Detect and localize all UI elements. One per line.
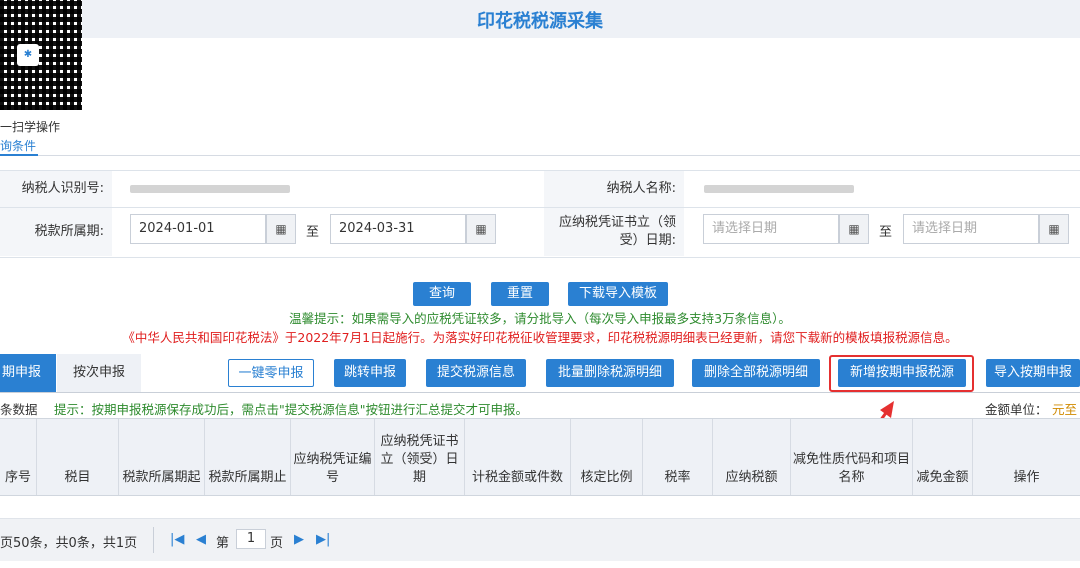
- download-template-button[interactable]: 下载导入模板: [568, 282, 668, 306]
- col-relief-code: 减免性质代码和项目名称: [791, 419, 913, 495]
- col-period-start: 税款所属期起: [119, 419, 205, 495]
- calendar-icon[interactable]: ▦: [466, 214, 496, 244]
- col-actions: 操作: [1013, 470, 1040, 485]
- taxpayer-name-label: 纳税人名称:: [544, 171, 684, 207]
- prev-page-icon[interactable]: ◀: [196, 532, 206, 547]
- col-seq: 序号: [0, 419, 37, 495]
- import-period-button[interactable]: 导入按期申报: [986, 359, 1080, 387]
- table-header: 序号 税目 税款所属期起 税款所属期止 应纳税凭证编号 应纳税凭证书立（领受）日…: [0, 418, 1080, 496]
- tab-divider: [0, 392, 1080, 393]
- first-page-icon[interactable]: |◀: [170, 532, 184, 547]
- pager-divider: [153, 527, 154, 553]
- form-row-taxpayer: 纳税人识别号: 纳税人名称:: [0, 171, 1080, 208]
- tab-underline: [0, 154, 38, 156]
- next-page-icon[interactable]: ▶: [294, 532, 304, 547]
- period-label: 税款所属期:: [0, 208, 112, 256]
- page-summary: 页50条，共0条，共1页: [0, 536, 138, 551]
- scan-learn-label: 一扫学操作: [0, 120, 61, 134]
- tip-stamp-tax-law: 《中华人民共和国印花税法》于2022年7月1日起施行。为落实好印花税征收管理要求…: [122, 330, 958, 345]
- calendar-icon[interactable]: ▦: [839, 214, 869, 244]
- divider: [0, 155, 1080, 156]
- calendar-icon[interactable]: ▦: [1039, 214, 1069, 244]
- taxpayer-id-label: 纳税人识别号:: [0, 171, 112, 207]
- range-to-label: 至: [879, 225, 893, 240]
- col-tax-item: 税目: [37, 419, 119, 495]
- voucher-date-end-input[interactable]: 请选择日期: [903, 214, 1039, 244]
- calendar-icon[interactable]: ▦: [266, 214, 296, 244]
- query-conditions-tab[interactable]: 询条件: [0, 137, 36, 154]
- col-period-end: 税款所属期止: [205, 419, 291, 495]
- tip-batch-import: 温馨提示：如果需导入的应税凭证较多，请分批导入（每次导入申报最多支持3万条信息）…: [289, 311, 791, 326]
- submit-hint: 提示：按期申报税源保存成功后，需点击"提交税源信息"按钮进行汇总提交才可申报。: [54, 402, 529, 417]
- amount-unit-label: 金额单位：: [985, 402, 1048, 417]
- voucher-date-label-line2: 受）日期:: [619, 233, 676, 248]
- col-tax-amount: 计税金额或件数: [465, 419, 571, 495]
- taxpayer-name-value: [704, 185, 854, 193]
- delete-all-button[interactable]: 删除全部税源明细: [692, 359, 820, 387]
- page-header: 印花税税源采集: [0, 0, 1080, 38]
- col-tax-payable: 应纳税额: [713, 419, 791, 495]
- tab-per-time-declare[interactable]: 按次申报: [57, 354, 141, 392]
- reset-button[interactable]: 重置: [491, 282, 549, 306]
- qr-code-image: ✱: [0, 0, 82, 110]
- period-start-input[interactable]: 2024-01-01: [130, 214, 266, 244]
- voucher-date-label: 应纳税凭证书立（领 受）日期:: [544, 208, 684, 256]
- page-number-input[interactable]: 1: [236, 529, 266, 549]
- query-form: 纳税人识别号: 纳税人名称: 税款所属期: 2024-01-01 ▦ 至 202…: [0, 170, 1080, 258]
- taxpayer-id-value: [130, 185, 290, 193]
- amount-unit-value: 元至: [1052, 402, 1078, 417]
- batch-delete-button[interactable]: 批量删除税源明细: [546, 359, 674, 387]
- zero-declare-button[interactable]: 一键零申报: [228, 359, 314, 387]
- page-label-pre: 第: [216, 536, 230, 551]
- tab-period-declare[interactable]: 期申报: [0, 354, 56, 392]
- range-to-label: 至: [306, 225, 320, 240]
- last-page-icon[interactable]: ▶|: [316, 532, 330, 547]
- record-count-label: 条数据: [0, 402, 38, 417]
- col-tax-rate: 税率: [643, 419, 713, 495]
- col-voucher-date: 应纳税凭证书立（领受）日期: [375, 419, 465, 495]
- pagination-bar: 页50条，共0条，共1页 |◀ ◀ 第 1 页 ▶ ▶|: [0, 518, 1080, 561]
- query-button[interactable]: 查询: [413, 282, 471, 306]
- page-label-post: 页: [270, 536, 284, 551]
- period-end-input[interactable]: 2024-03-31: [330, 214, 466, 244]
- qr-center-icon: ✱: [17, 44, 39, 66]
- submit-tax-info-button[interactable]: 提交税源信息: [426, 359, 526, 387]
- jump-declare-button[interactable]: 跳转申报: [334, 359, 406, 387]
- highlight-box: [829, 355, 974, 392]
- col-relief-amount: 减免金额: [913, 419, 973, 495]
- col-voucher-no: 应纳税凭证编号: [291, 419, 375, 495]
- info-bar: 条数据 提示：按期申报税源保存成功后，需点击"提交税源信息"按钮进行汇总提交才可…: [0, 396, 1080, 418]
- col-ratio: 核定比例: [571, 419, 643, 495]
- voucher-date-start-input[interactable]: 请选择日期: [703, 214, 839, 244]
- page-title: 印花税税源采集: [477, 11, 603, 32]
- voucher-date-label-line1: 应纳税凭证书立（领: [558, 215, 676, 230]
